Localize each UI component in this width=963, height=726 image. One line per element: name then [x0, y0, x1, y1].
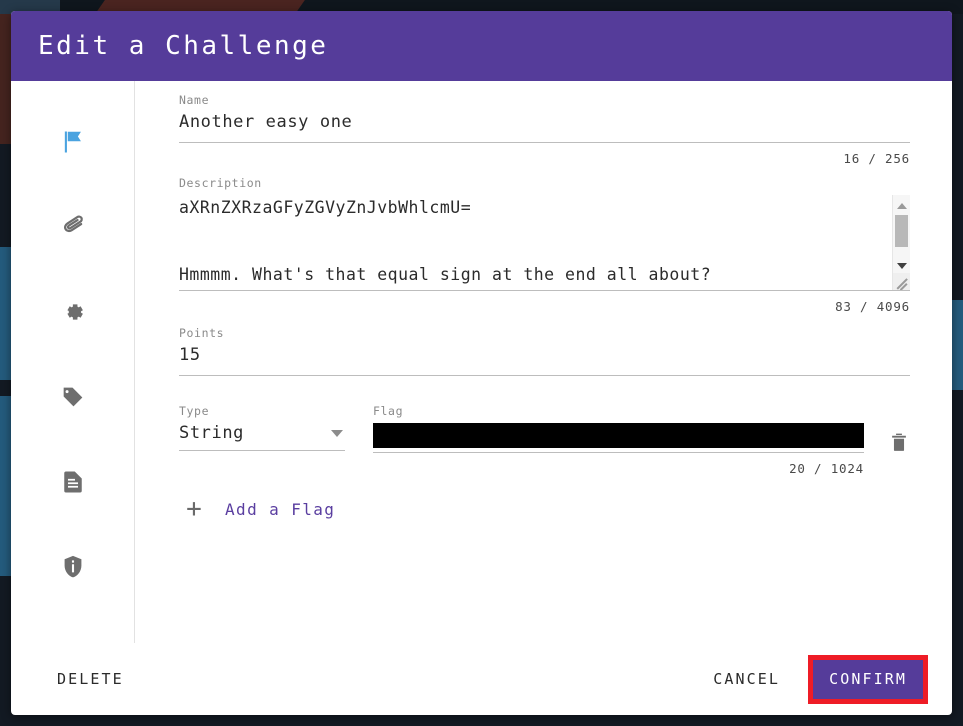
points-label: Points: [179, 326, 225, 340]
confirm-button[interactable]: CONFIRM: [813, 659, 923, 699]
dialog-footer: DELETE CANCEL CONFIRM: [11, 643, 952, 715]
points-input[interactable]: 15: [179, 345, 910, 376]
sidebar-item-hints[interactable]: [11, 524, 134, 609]
description-textarea[interactable]: aXRnZXRzaGFyZGVyZnJvbWhlcmU= Hmmmm. What…: [179, 195, 910, 291]
field-description: Description aXRnZXRzaGFyZGVyZnJvbWhlcmU=…: [179, 176, 910, 314]
field-name: Name Another easy one 16 / 256: [179, 93, 910, 166]
description-label: Description: [179, 176, 262, 190]
cancel-button[interactable]: CANCEL: [703, 662, 790, 696]
field-points: Points 15: [179, 326, 910, 376]
resize-grip-icon[interactable]: [893, 273, 910, 290]
dialog-sidebar: [11, 81, 135, 643]
flag-label: Flag: [373, 404, 404, 418]
name-label: Name: [179, 93, 210, 107]
flag-redaction-overlay: [373, 423, 864, 448]
trash-icon: [888, 430, 910, 458]
description-scrollbar[interactable]: [892, 195, 910, 290]
delete-button[interactable]: DELETE: [47, 662, 134, 696]
sidebar-item-files[interactable]: [11, 184, 134, 269]
dialog-body: Name Another easy one 16 / 256 Descripti…: [11, 81, 952, 643]
gear-icon: [59, 298, 87, 326]
description-counter: 83 / 4096: [835, 299, 910, 314]
description-line-2: Hmmmm. What's that equal sign at the end…: [179, 265, 712, 284]
shield-info-icon: [59, 553, 87, 581]
delete-flag-button[interactable]: [864, 404, 910, 458]
description-line-1: aXRnZXRzaGFyZGVyZnJvbWhlcmU=: [179, 198, 472, 217]
type-selected-value: String: [179, 423, 245, 443]
type-label: Type: [179, 404, 210, 418]
plus-icon: +: [186, 494, 202, 524]
name-input[interactable]: Another easy one: [179, 112, 910, 143]
field-flag: Flag 20 / 1024: [373, 404, 864, 476]
flag-counter: 20 / 1024: [789, 461, 864, 476]
challenge-form: Name Another easy one 16 / 256 Descripti…: [135, 81, 952, 643]
name-counter: 16 / 256: [843, 151, 910, 166]
scroll-up-icon[interactable]: [893, 197, 910, 214]
dialog-title: Edit a Challenge: [38, 31, 329, 61]
paperclip-icon: [59, 213, 87, 241]
edit-challenge-dialog: Edit a Challenge Name Another easy one 1…: [11, 11, 952, 715]
add-flag-button[interactable]: + Add a Flag: [179, 496, 910, 522]
sidebar-item-settings[interactable]: [11, 269, 134, 354]
confirm-button-highlight: CONFIRM: [808, 654, 928, 704]
scroll-down-icon[interactable]: [893, 257, 910, 274]
dialog-header: Edit a Challenge: [11, 11, 952, 81]
document-icon: [59, 468, 87, 496]
field-type: Type String: [179, 404, 345, 451]
type-select[interactable]: String: [179, 423, 345, 451]
flag-input[interactable]: [373, 423, 864, 453]
sidebar-item-writeup[interactable]: [11, 439, 134, 524]
add-flag-label: Add a Flag: [225, 499, 336, 519]
sidebar-item-challenge[interactable]: [11, 99, 134, 184]
sidebar-item-tags[interactable]: [11, 354, 134, 439]
tag-icon: [59, 383, 87, 411]
flag-icon: [59, 128, 87, 156]
scrollbar-thumb[interactable]: [895, 215, 908, 247]
chevron-down-icon: [331, 429, 343, 437]
flag-row: Type String Flag 20 / 1024: [179, 404, 910, 476]
